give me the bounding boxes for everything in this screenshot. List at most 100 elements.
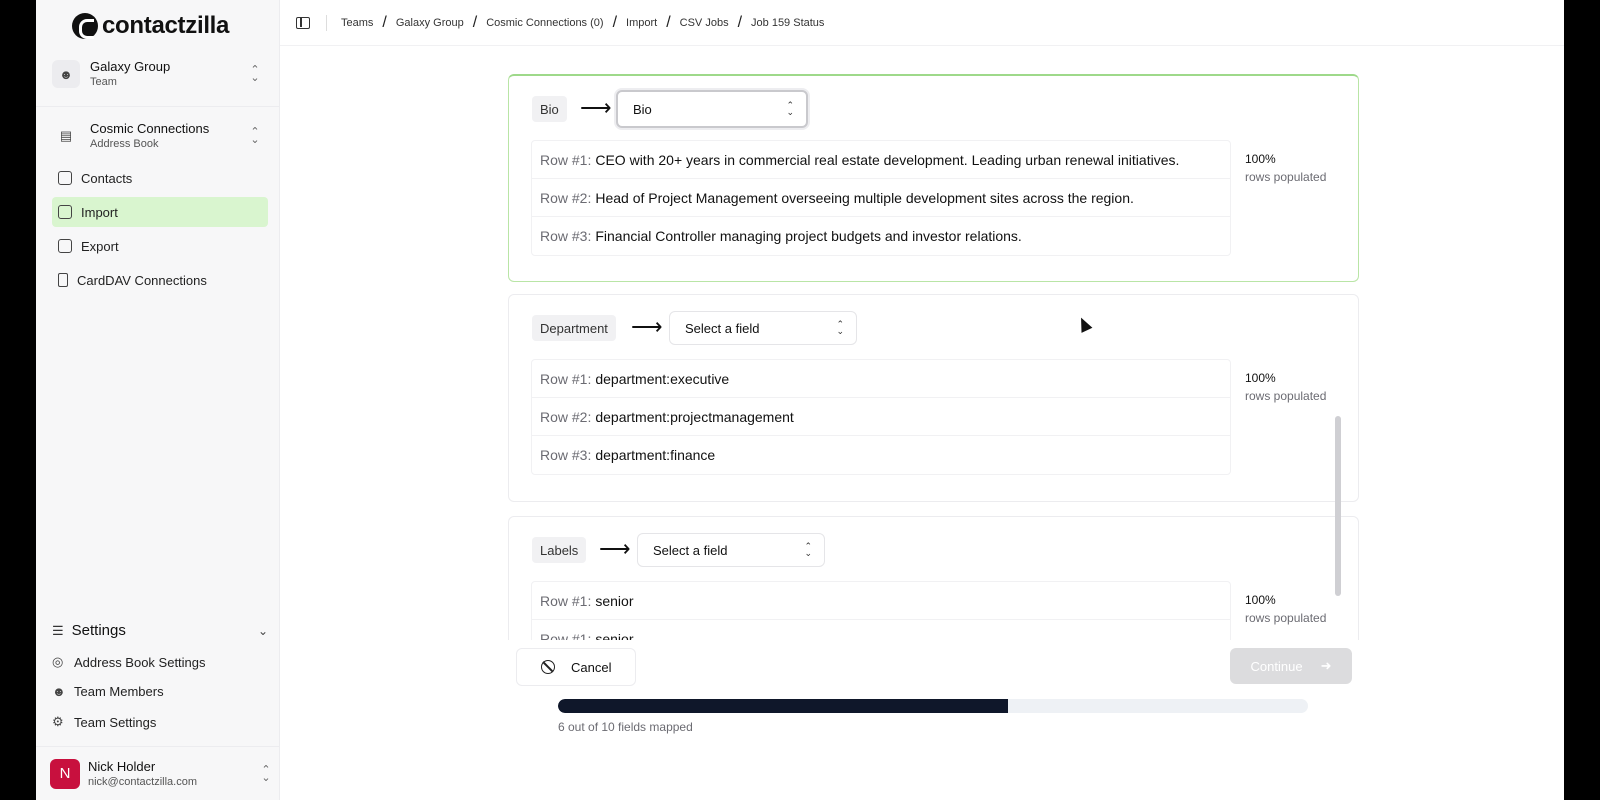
populated-label: rows populated (1245, 170, 1327, 184)
sidebar-item-team-settings[interactable]: ⚙ Team Settings (52, 714, 268, 730)
settings-label: Settings (71, 622, 126, 639)
list-item: Row #2: department:projectmanagement (532, 398, 1230, 436)
cancel-button[interactable]: Cancel (516, 648, 636, 686)
team-switcher[interactable]: ☻ Galaxy Group Team ⌃ ⌄ (52, 52, 264, 96)
csv-column-badge: Department (532, 315, 616, 341)
sidebar: contactzilla ☻ Galaxy Group Team ⌃ ⌄ ▤ Co… (36, 0, 280, 800)
main-content: Bio ⟶ Bio ⌃ ⌄ Row #1: CEO with 20+ years i… (280, 46, 1564, 800)
chevron-updown-icon: ⌃ ⌄ (786, 100, 794, 117)
progress-text: 6 out of 10 fields mapped (558, 720, 693, 734)
mapping-footer: Cancel Continue ➜ 6 out of 10 fields map… (508, 640, 1359, 800)
row-value: Head of Project Management overseeing mu… (595, 189, 1134, 206)
row-label: Row #1: (540, 592, 592, 609)
breadcrumb-csv-jobs[interactable]: CSV Jobs (680, 17, 729, 29)
avatar: N (50, 758, 80, 789)
sidebar-item-label: Import (81, 204, 118, 220)
list-item: Row #3: department:finance (532, 436, 1230, 474)
settings-section-toggle[interactable]: ☰ Settings ⌄ (52, 622, 268, 639)
row-value: department:finance (595, 447, 716, 463)
divider (36, 106, 280, 107)
field-select-value: Select a field (653, 542, 728, 558)
field-select-bio[interactable]: Bio ⌃ ⌄ (616, 90, 808, 128)
row-label: Row #1: (540, 151, 592, 168)
arrow-right-icon: ➜ (1320, 658, 1332, 673)
import-icon (58, 205, 72, 219)
settings-icon: ◎ (52, 654, 64, 669)
chevron-updown-icon: ⌃ ⌄ (261, 763, 271, 784)
breadcrumb-import[interactable]: Import (626, 17, 657, 29)
populated-stat: 100% rows populated (1245, 369, 1326, 405)
sidebar-item-export[interactable]: Export (52, 231, 268, 261)
mapping-card-bio: Bio ⟶ Bio ⌃ ⌄ Row #1: CEO with 20+ years i… (508, 74, 1359, 282)
sidebar-item-label: CardDAV Connections (77, 272, 207, 288)
address-book-name: Cosmic Connections (90, 121, 210, 136)
sidebar-item-address-book-settings[interactable]: ◎ Address Book Settings (52, 654, 268, 670)
sidebar-item-import[interactable]: Import (52, 197, 268, 227)
row-value: senior (595, 592, 634, 609)
row-value: department:projectmanagement (595, 408, 794, 425)
cancel-label: Cancel (571, 659, 612, 675)
sidebar-item-label: Team Settings (74, 714, 157, 730)
field-select-labels[interactable]: Select a field ⌃ ⌄ (637, 533, 825, 567)
sidebar-item-team-members[interactable]: ☻ Team Members (52, 684, 268, 699)
breadcrumb-current: Job 159 Status (751, 16, 825, 29)
app-window: contactzilla ☻ Galaxy Group Team ⌃ ⌄ ▤ Co… (36, 0, 1564, 800)
address-book-switcher[interactable]: ▤ Cosmic Connections Address Book ⌃ ⌄ (52, 114, 264, 158)
logo-text: contactzilla (102, 12, 230, 39)
sidebar-item-contacts[interactable]: Contacts (52, 163, 268, 193)
user-email: nick@contactzilla.com (88, 775, 197, 788)
user-name: Nick Holder (88, 758, 156, 774)
arrow-right-icon: ⟶ (599, 536, 631, 561)
list-item: Row #2: Head of Project Management overse… (532, 179, 1230, 217)
sidebar-item-carddav[interactable]: CardDAV Connections (52, 265, 268, 295)
address-book-type: Address Book (90, 138, 159, 150)
breadcrumb-separator: / (472, 13, 478, 31)
row-label: Row #2: (540, 189, 592, 206)
csv-column-badge: Labels (532, 537, 587, 563)
populated-stat: 100% rows populated (1245, 150, 1326, 186)
chevron-updown-icon: ⌃ ⌄ (250, 126, 260, 146)
sidebar-item-label: Export (81, 238, 119, 254)
ban-icon (541, 660, 555, 674)
populated-label: rows populated (1245, 389, 1327, 403)
list-item: Row #1: department:executive (532, 360, 1230, 398)
chevron-updown-icon: ⌃ ⌄ (804, 541, 812, 558)
gear-icon: ⚙ (52, 714, 64, 729)
mapping-progress-bar (558, 699, 1308, 713)
breadcrumb-team[interactable]: Galaxy Group (396, 17, 464, 29)
mapping-card-department: Department ⟶ Select a field ⌃ ⌄ Row #1: de… (508, 294, 1359, 502)
field-select-department[interactable]: Select a field ⌃ ⌄ (669, 311, 857, 345)
breadcrumb-address-book[interactable]: Cosmic Connections (0) (486, 17, 603, 29)
team-name: Galaxy Group (90, 59, 171, 74)
user-menu[interactable]: N Nick Holder nick@contactzilla.com ⌃ ⌄ (36, 746, 280, 800)
field-select-value: Select a field (685, 320, 760, 336)
row-value: CEO with 20+ years in commercial real es… (595, 151, 1180, 168)
export-icon (58, 239, 72, 253)
sidebar-toggle-icon[interactable] (296, 16, 310, 29)
breadcrumb: Teams / Galaxy Group / Cosmic Connection… (341, 14, 824, 32)
sample-rows: Row #1: CEO with 20+ years in commercial … (531, 140, 1231, 256)
breadcrumb-teams[interactable]: Teams (341, 17, 373, 29)
populated-label: rows populated (1245, 611, 1327, 625)
arrow-right-icon: ⟶ (631, 314, 663, 339)
row-label: Row #2: (540, 408, 592, 425)
breadcrumb-separator: / (382, 13, 387, 31)
scrollbar[interactable] (1335, 416, 1341, 596)
phone-icon (58, 273, 68, 287)
chevron-down-icon: ⌄ (257, 623, 268, 638)
continue-button[interactable]: Continue ➜ (1230, 648, 1352, 684)
continue-label: Continue (1250, 658, 1303, 674)
chevron-updown-icon: ⌃ ⌄ (250, 64, 260, 84)
users-icon: ☻ (52, 60, 80, 88)
list-item: Row #3: Financial Controller managing pro… (532, 217, 1230, 255)
list-item: Row #1: senior (532, 582, 1230, 620)
logo[interactable]: contactzilla (72, 12, 229, 40)
list-item: Row #1: CEO with 20+ years in commercial … (532, 141, 1230, 179)
populated-percent: 100% (1245, 593, 1276, 607)
book-icon: ▤ (59, 128, 73, 143)
breadcrumb-separator: / (737, 13, 743, 31)
arrow-right-icon: ⟶ (580, 95, 612, 120)
chevron-updown-icon: ⌃ ⌄ (836, 319, 844, 336)
row-label: Row #3: (540, 447, 592, 463)
sidebar-item-label: Address Book Settings (74, 654, 206, 670)
